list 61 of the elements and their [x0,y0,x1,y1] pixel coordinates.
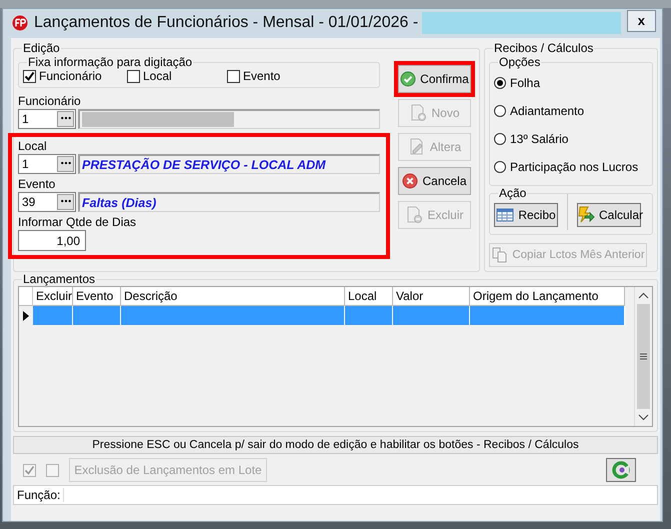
radio-button[interactable] [494,105,506,117]
group-title: Ação [498,186,528,200]
column-header[interactable]: Evento [73,287,121,306]
field-label: Informar Qtde de Dias [18,215,138,229]
table-icon [496,207,514,223]
scroll-down-icon[interactable] [638,414,649,421]
checkbox[interactable] [127,70,140,82]
refresh-button[interactable] [606,458,636,482]
group-title: Fixa informação para digitação [27,55,194,69]
column-header[interactable]: Descrição [121,287,345,306]
copy-icon [491,247,510,263]
action-button[interactable]: Confirma [398,65,471,93]
radio-button[interactable] [494,77,506,89]
field-label: Local [18,139,48,153]
group-title: Lançamentos [22,272,96,286]
radio-button[interactable] [494,161,506,173]
field-label: Funcionário [18,94,82,108]
radio-label: Adiantamento [510,104,584,118]
column-header[interactable]: Origem do Lançamento [470,287,625,306]
checkbox[interactable] [23,70,36,82]
radio-label: Participação nos Lucros [510,160,638,174]
radio-button[interactable] [494,133,506,145]
lookup-button[interactable]: ••• [57,194,74,210]
document-icon [405,206,424,224]
column-header[interactable]: Local [345,287,393,306]
description-field: PRESTAÇÃO DE SERVIÇO - LOCAL ADM [78,154,380,174]
column-header[interactable]: Excluir [33,287,73,306]
action-button[interactable]: Cancela [398,167,471,195]
checkbox[interactable] [227,70,240,82]
checkbox-label: Evento [243,69,280,83]
column-header[interactable]: Valor [393,287,470,306]
radio-label: 13º Salário [510,132,568,146]
group-title: Recibos / Cálculos [493,41,594,55]
group-title: Edição [22,41,61,55]
scroll-up-icon[interactable] [638,292,649,299]
app-logo-icon [12,14,28,30]
logo-icon [612,461,630,479]
description-field: Faltas (Dias) [78,192,380,212]
cancel-icon [402,173,418,189]
action-button[interactable]: Recibo [494,203,558,227]
group-title: Opções [498,55,542,69]
code-field[interactable]: 39 ••• [18,192,76,212]
code-field[interactable]: 1 ••• [18,109,76,129]
lookup-button[interactable]: ••• [57,156,74,172]
window-title: Lançamentos de Funcionários - Mensal - 01/01/2026 - [34,14,418,32]
header-corner [19,287,33,306]
row-pointer-icon [23,310,29,320]
check-icon [400,71,416,87]
action-button[interactable]: Calcular [577,203,641,227]
lookup-button[interactable]: ••• [57,111,74,127]
quantity-field[interactable]: 1,00 [18,230,86,251]
code-field[interactable]: 1 ••• [18,154,76,174]
close-button[interactable]: x [626,10,656,32]
radio-label: Folha [510,76,540,90]
scroll-thumb[interactable] [637,304,650,409]
vertical-scrollbar[interactable] [634,287,652,426]
status-bar: Pressione ESC ou Cancela p/ sair do modo de edição e habilitar os botões - Recibos / Cálculos [13,436,658,454]
field-label: Evento [18,177,56,191]
checkbox-label: Local [143,69,172,83]
checkbox-label: Funcionário [39,69,102,83]
document-icon [409,104,428,122]
